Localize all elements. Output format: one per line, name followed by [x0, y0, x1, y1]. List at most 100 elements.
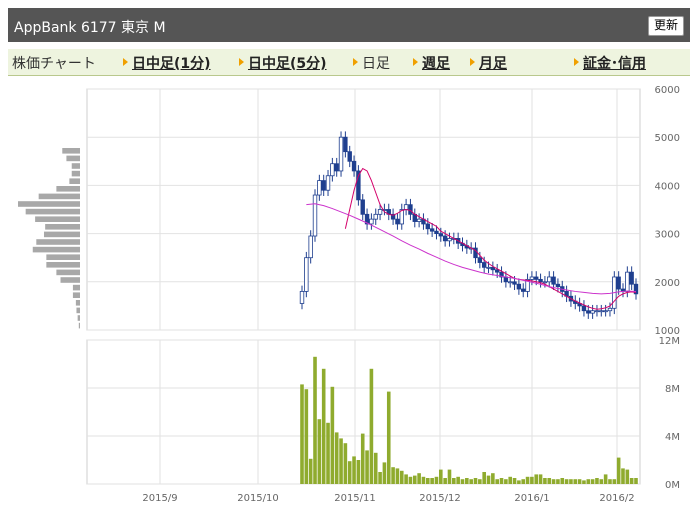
volume-bar: [412, 475, 417, 484]
volume-bar: [508, 476, 513, 484]
volume-bar: [339, 438, 343, 484]
candle-body: [512, 281, 517, 285]
candle-body: [607, 307, 613, 312]
price-profile-bar: [46, 262, 80, 268]
volume-bar: [577, 479, 582, 484]
volume-bar: [404, 474, 408, 484]
candle-body: [481, 262, 487, 268]
volume-bar: [408, 476, 413, 484]
volume-bar: [304, 389, 309, 484]
volume-bar: [495, 479, 499, 484]
price-profile-bar: [35, 216, 80, 222]
candle-body: [343, 136, 348, 153]
price-profile-bar: [72, 292, 80, 298]
volume-bar: [300, 384, 304, 484]
candle-body: [477, 257, 483, 263]
volume-bar: [326, 422, 330, 484]
candle-body: [438, 233, 444, 237]
volume-bar: [369, 368, 374, 484]
volume-bar: [521, 479, 526, 484]
price-profile-bar: [38, 193, 80, 200]
x-tick-label: 2016/1: [514, 493, 549, 504]
volume-bar: [391, 467, 395, 484]
volume-bar: [360, 433, 365, 484]
candle-body: [616, 276, 621, 290]
candle-body: [599, 310, 604, 313]
volume-bar: [356, 460, 361, 484]
volume-bar: [365, 450, 369, 484]
volume-tick-label: 0M: [665, 480, 680, 491]
candle-body: [321, 180, 326, 191]
volume-bar: [603, 474, 608, 484]
candle-body: [629, 271, 634, 285]
x-tick-label: 2015/12: [419, 493, 461, 504]
candle-body: [330, 163, 335, 177]
volume-bar: [321, 368, 326, 484]
candle-body: [395, 218, 400, 225]
candle-body: [516, 283, 522, 290]
candle-body: [590, 310, 595, 314]
candle-body: [312, 194, 318, 237]
volume-bar: [616, 457, 621, 484]
volume-bar: [465, 478, 469, 484]
price-tick-label: 4000: [655, 181, 680, 192]
candle-body: [338, 136, 344, 172]
candle-body: [377, 209, 383, 215]
volume-bar: [347, 461, 352, 484]
price-tick-label: 2000: [655, 278, 680, 289]
volume-bar: [499, 478, 504, 484]
volume-bar: [608, 479, 612, 484]
candle-body: [317, 180, 322, 196]
candle-body: [503, 276, 509, 283]
price-tick-label: 3000: [655, 230, 680, 241]
x-tick-label: 2015/9: [142, 493, 177, 504]
candle-body: [425, 223, 430, 230]
volume-bar: [378, 472, 382, 484]
candle-body: [529, 276, 535, 280]
candle-body: [521, 288, 526, 292]
volume-bar: [482, 472, 486, 484]
volume-bar: [595, 478, 599, 484]
volume-bar: [469, 479, 473, 484]
candle-body: [325, 175, 331, 191]
price-profile-bar: [76, 307, 80, 314]
candle-body: [408, 204, 413, 215]
candle-body: [308, 235, 313, 259]
candle-body: [373, 213, 378, 220]
volume-bar: [564, 479, 569, 484]
volume-bar: [417, 473, 421, 484]
volume-bar: [421, 476, 426, 484]
volume-bar: [395, 468, 400, 484]
price-profile-bar: [36, 239, 80, 245]
volume-bar: [352, 456, 356, 484]
volume-bar: [443, 478, 447, 484]
volume-bar: [439, 469, 443, 484]
price-profile-bar: [32, 246, 80, 253]
volume-bar: [399, 470, 404, 484]
price-profile-bar: [71, 170, 80, 177]
volume-bar: [434, 476, 439, 484]
volume-bar: [317, 419, 322, 484]
volume-bar: [551, 479, 556, 484]
volume-bar: [452, 478, 456, 484]
candle-body: [360, 199, 365, 215]
price-profile-bar: [43, 231, 80, 238]
volume-bar: [486, 475, 491, 484]
price-profile-bar: [75, 300, 80, 306]
volume-tick-label: 4M: [665, 432, 680, 443]
candle-body: [369, 218, 374, 225]
price-profile-bar: [66, 155, 80, 162]
volume-bar: [634, 478, 638, 484]
candle-body: [351, 160, 357, 172]
price-profile-bar: [18, 201, 80, 207]
candle-body: [508, 281, 513, 284]
candle-body: [334, 163, 339, 172]
volume-bar: [330, 386, 335, 484]
price-profile-bar: [71, 163, 80, 169]
candle-body: [547, 276, 552, 283]
price-profile-bar: [56, 269, 80, 276]
volume-bar: [512, 478, 517, 484]
candle-body: [447, 238, 452, 242]
price-profile-bar: [62, 148, 80, 154]
price-profile-bar: [56, 186, 80, 192]
